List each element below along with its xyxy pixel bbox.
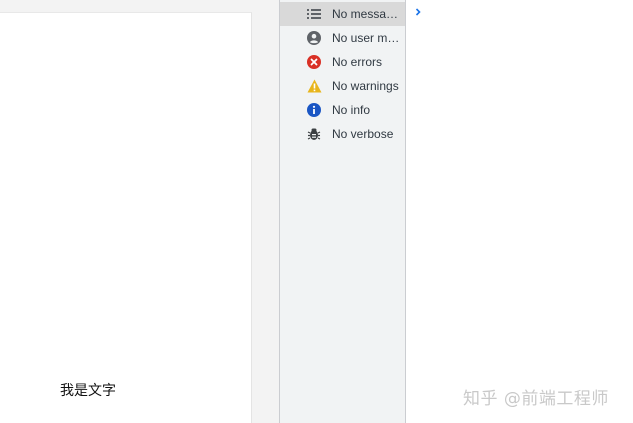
user-icon	[306, 30, 322, 46]
bug-icon	[306, 126, 322, 142]
sidebar-item-label: No verbose	[332, 127, 394, 141]
sidebar-item-label: No info	[332, 103, 371, 117]
watermark: 知乎 @前端工程师	[463, 389, 609, 409]
sidebar-item-verbose[interactable]: No verbose	[280, 122, 405, 146]
list-icon	[306, 6, 322, 22]
page-card	[0, 12, 252, 423]
sidebar-item-info[interactable]: No info	[280, 98, 405, 122]
sidebar-item-messages[interactable]: No messages	[280, 2, 405, 26]
error-icon	[306, 54, 322, 70]
info-icon	[306, 102, 322, 118]
sidebar-item-label: No errors	[332, 55, 383, 69]
sidebar-item-label: No messages	[332, 7, 404, 21]
sidebar-item-label: No warnings	[332, 79, 399, 93]
sidebar-item-user-messages[interactable]: No user me...	[280, 26, 405, 50]
page-viewport: 我是文字	[0, 0, 280, 423]
console-sidebar: No messages No user me... No errors No w…	[279, 0, 406, 423]
warning-icon	[306, 78, 322, 94]
chevron-right-icon[interactable]	[412, 3, 424, 16]
sidebar-item-label: No user me...	[332, 31, 404, 45]
sidebar-item-errors[interactable]: No errors	[280, 50, 405, 74]
sidebar-item-warnings[interactable]: No warnings	[280, 74, 405, 98]
page-text: 我是文字	[60, 383, 116, 399]
